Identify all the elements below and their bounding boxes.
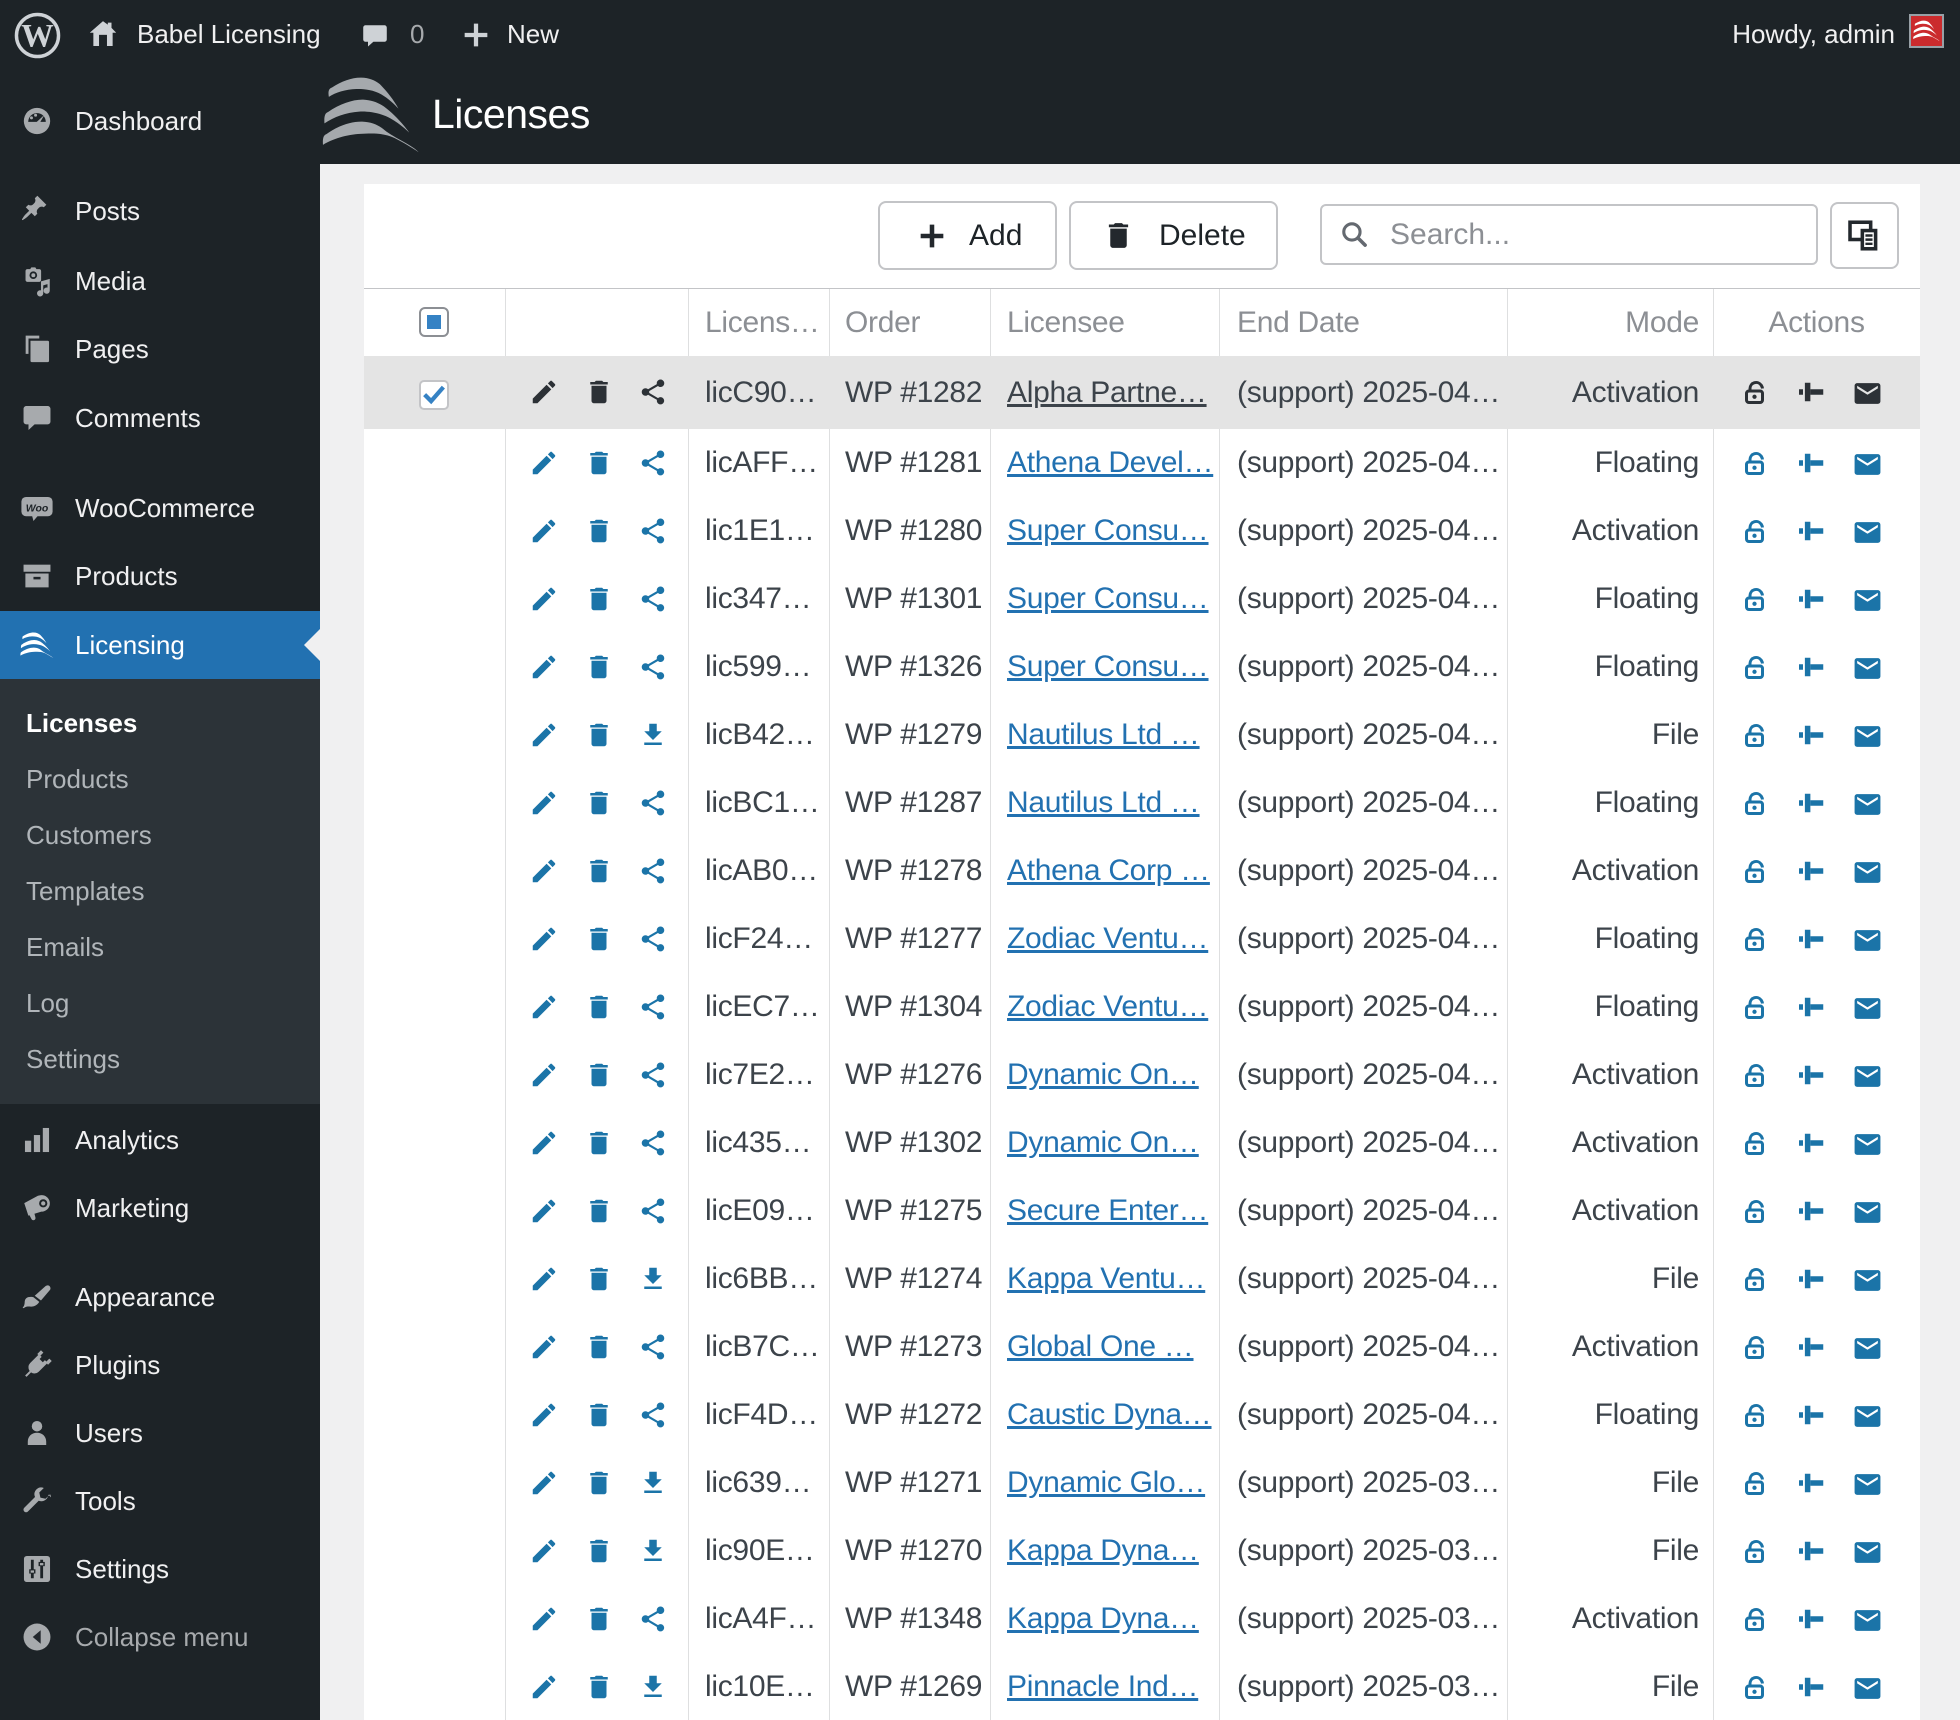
svg-text:W: W [21, 19, 54, 55]
svg-text:Woo: Woo [26, 503, 49, 514]
